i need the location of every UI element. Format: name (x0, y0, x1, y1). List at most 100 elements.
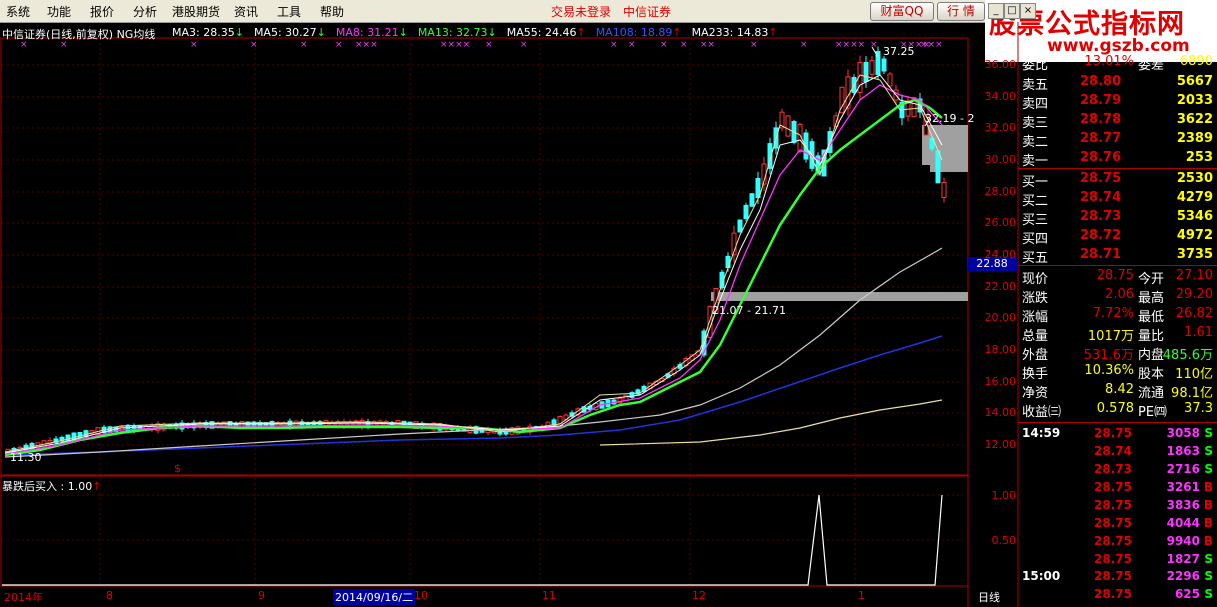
price-tick: 22.00 (984, 280, 1017, 293)
candle-body (725, 255, 731, 269)
candle-body (863, 61, 869, 83)
book-row: 买一 28.75 2530 (1022, 171, 1213, 190)
price-tick: 26.00 (984, 216, 1017, 229)
date-label-8: 8 (106, 589, 113, 602)
sub-axis-050: 0.50 (991, 534, 1017, 547)
tick-row: 28.75 3836 B (1094, 498, 1213, 512)
ma13-line (4, 98, 943, 457)
candle-body (737, 219, 743, 233)
top-markers: × × × × × × ××× ×××× × × × × × × ×× × × ×××× × ××××××… (20, 40, 943, 50)
s-marker: $ (174, 462, 181, 475)
candle-body (749, 193, 755, 207)
svg-text:×××: ××× (920, 40, 943, 50)
indicator-title: 暴跌后买入 : 1.00↑ (2, 480, 102, 493)
sub-chart-frame (0, 475, 969, 587)
period-label[interactable]: 日线 (978, 589, 1000, 605)
high-label: 37.25 (883, 45, 915, 58)
svg-text:×: × (300, 40, 308, 50)
grid-lines (2, 38, 967, 586)
tick-row: 28.75 625 S (1094, 587, 1213, 601)
book-row: 卖五 28.80 5667 (1022, 74, 1213, 93)
candle-body (881, 58, 887, 72)
price-tick: 34.00 (984, 90, 1017, 103)
tick-row: 28.73 2716 S (1094, 462, 1213, 476)
candle-body (755, 177, 761, 199)
date-selected[interactable]: 2014/09/16/二 (333, 589, 416, 605)
svg-text:×: × (628, 40, 636, 50)
ma-legend-item: MA108: 18.89↑ (595, 26, 682, 39)
date-label-10: 10 (414, 589, 428, 602)
book-row: 卖四 28.79 2033 (1022, 93, 1213, 112)
price-tick: 20.00 (984, 311, 1017, 324)
tick-row: 28.75 4044 B (1094, 516, 1213, 530)
resistance-zone (922, 125, 968, 165)
zone-lower-label: 21.07 - 21.71 (712, 304, 786, 317)
book-row: 买四 28.72 4972 (1022, 228, 1213, 247)
ma-legend-item: MA233: 14.83↑ (691, 26, 778, 39)
svg-text:×: × (680, 40, 688, 50)
stat-row: 净资 8.42 流通 98.1亿 (1022, 382, 1213, 401)
tick-row: 28.75 1827 S (1094, 552, 1213, 566)
price-tick: 12.00 (984, 438, 1017, 451)
zone-upper-label: 32.19 - 2 (925, 112, 975, 125)
ma-legend-item: MA55: 24.46↑ (506, 26, 586, 39)
date-label-1: 1 (858, 589, 865, 602)
svg-text:×: × (870, 40, 878, 50)
svg-text:×: × (660, 40, 668, 50)
book-divider (1018, 168, 1217, 169)
book-row: 卖一 28.76 253 (1022, 150, 1213, 169)
candle-body (557, 415, 563, 424)
book-row: 买五 28.71 3735 (1022, 247, 1213, 266)
restore-icon[interactable]: □ (1004, 3, 1020, 19)
candle-body (935, 150, 941, 184)
svg-text:××××: ×××× (440, 40, 470, 50)
svg-text:××××: ×××× (835, 40, 865, 50)
ticks-divider (1018, 422, 1217, 423)
current-price-label: 22.88 (976, 257, 1008, 270)
price-tick: 28.00 (984, 185, 1017, 198)
candle-body (785, 115, 791, 137)
stat-row: 涨幅 7.72% 最低 26.82 (1022, 306, 1213, 325)
close-icon[interactable]: × (1020, 3, 1036, 19)
ma233-line (599, 399, 943, 446)
price-tick: 30.00 (984, 153, 1017, 166)
svg-text:×: × (520, 40, 528, 50)
candle-body (941, 182, 947, 198)
minimize-icon[interactable]: _ (988, 3, 1004, 19)
tick-row: 15:00 28.75 2296 S (1022, 569, 1213, 583)
low-label: 11.30 (10, 451, 42, 464)
price-tick: 14.00 (984, 406, 1017, 419)
candlesticks (5, 46, 947, 455)
price-tick: 36.00 (984, 58, 1017, 71)
ma-legend-item: MA5: 30.27↓ (253, 26, 326, 39)
candle-body (77, 432, 83, 439)
stat-row: 换手 10.36% 股本 110亿 (1022, 363, 1213, 382)
svg-text:×: × (610, 40, 618, 50)
price-tick: 18.00 (984, 343, 1017, 356)
support-zone (711, 292, 968, 301)
stat-row: 涨跌 2.06 最高 29.20 (1022, 287, 1213, 306)
ma-legend-item: MA3: 28.35↓ (172, 26, 244, 39)
book-row: 卖三 28.78 3622 (1022, 112, 1213, 131)
book-row: 买二 28.74 4279 (1022, 190, 1213, 209)
svg-text:×: × (190, 40, 198, 50)
stat-row: 外盘 531.6万 内盘 485.6万 (1022, 348, 1213, 363)
svg-text:×: × (750, 40, 758, 50)
book-row: 买三 28.73 5346 (1022, 209, 1213, 228)
svg-text:×: × (335, 40, 343, 50)
tick-row: 28.75 9940 B (1094, 534, 1213, 548)
main-chart-frame (0, 37, 969, 476)
svg-text:×××: ××× (355, 40, 378, 50)
stat-row: 收益㈢ 0.578 PE㈣ 37.3 (1022, 401, 1213, 420)
price-tick: 32.00 (984, 121, 1017, 134)
date-label-9: 9 (258, 589, 265, 602)
tick-row: 28.75 3261 B (1094, 480, 1213, 494)
svg-text:×: × (800, 40, 808, 50)
svg-text:×: × (485, 40, 493, 50)
price-tick: 16.00 (984, 375, 1017, 388)
candle-body (887, 73, 893, 87)
date-label-11: 11 (542, 589, 556, 602)
stat-row: 总量 1017万 量比 1.61 (1022, 325, 1213, 344)
tick-row: 28.74 1863 S (1094, 444, 1213, 458)
stats-divider (1018, 265, 1217, 266)
